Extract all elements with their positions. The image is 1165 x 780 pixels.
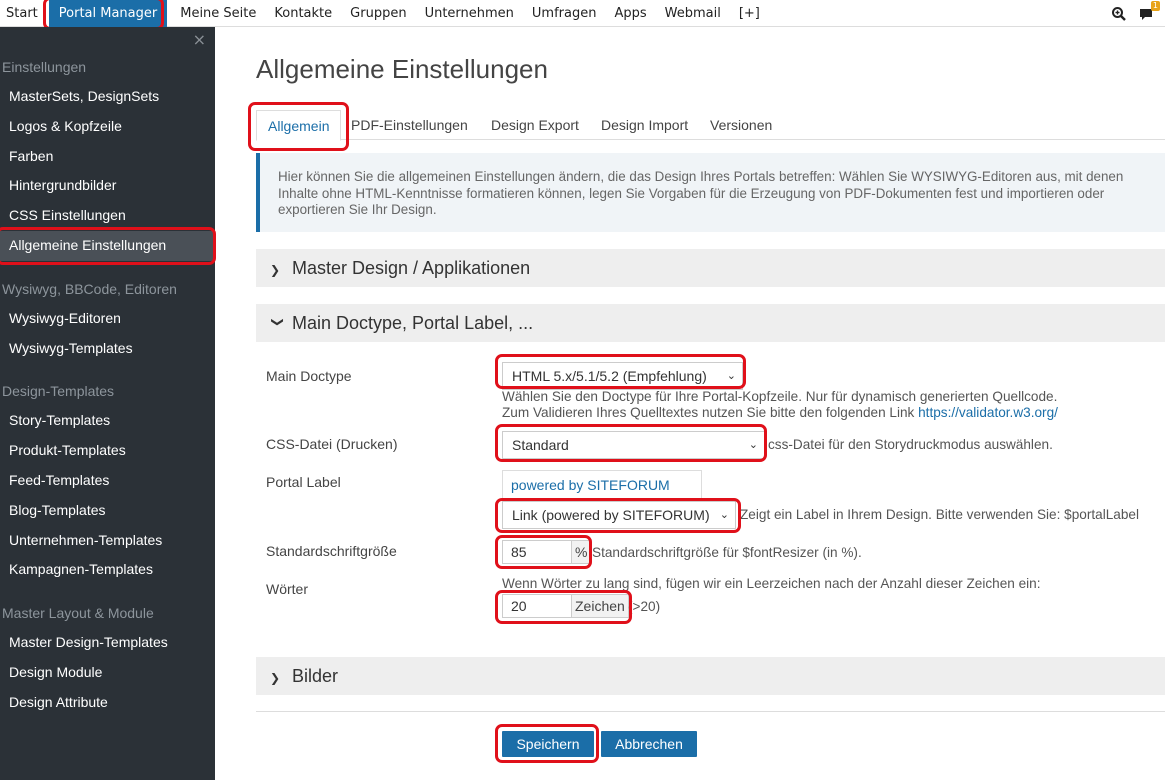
sidebar-item-produkt-templates[interactable]: Produkt-Templates [0,436,215,466]
chevron-down-icon: ❯ [271,317,285,328]
sidebar-item-hintergrundbilder[interactable]: Hintergrundbilder [0,171,215,201]
tab-versionen[interactable]: Versionen [710,110,772,140]
doctype-value: HTML 5.x/5.1/5.2 (Empfehlung) [512,368,707,384]
close-icon[interactable]: × [193,30,206,49]
cancel-button[interactable]: Abbrechen [601,731,697,757]
info-line: Hier können Sie die allgemeinen Einstell… [278,169,1124,184]
sidebar-group-wysiwyg: Wysiwyg, BBCode, Editoren [2,280,177,297]
words-unit: Zeichen [571,594,629,618]
words-value: 20 [511,598,527,614]
words-hint: (>20) [628,599,661,614]
save-button[interactable]: Speichern [502,731,594,757]
font-size-value: 85 [511,544,527,560]
sidebar-item-feed-templates[interactable]: Feed-Templates [0,466,215,496]
css-file-value: Standard [512,437,569,453]
font-size-help: Standardschriftgröße für $fontResizer (i… [592,545,862,560]
portal-label-help: Zeigt ein Label in Ihrem Design. Bitte v… [740,507,1139,522]
chevron-down-icon: ⌄ [719,508,729,521]
portal-label-label: Portal Label [266,474,341,490]
sidebar-item-design-attribute[interactable]: Design Attribute [0,688,215,718]
sidebar-item-farben[interactable]: Farben [0,142,215,172]
sidebar: × Einstellungen MasterSets, DesignSets L… [0,27,215,780]
tab-pdf-einstellungen[interactable]: PDF-Einstellungen [351,110,468,140]
words-label: Wörter [266,581,308,597]
doctype-label: Main Doctype [266,368,352,384]
tab-bar: Allgemein PDF-Einstellungen Design Expor… [256,110,1165,141]
chevron-right-icon: ❯ [270,263,281,277]
portal-label-preview: powered by SITEFORUM [502,470,702,500]
sidebar-item-mastersets[interactable]: MasterSets, DesignSets [0,82,215,112]
font-size-label: Standardschriftgröße [266,543,397,559]
tab-design-import[interactable]: Design Import [601,110,688,140]
doctype-help-validate: Zum Validieren Ihres Quelltextes nutzen … [502,405,1058,421]
sidebar-item-unternehmen-templates[interactable]: Unternehmen-Templates [0,526,215,556]
tab-design-export[interactable]: Design Export [491,110,579,140]
sidebar-group-einstellungen: Einstellungen [2,59,87,75]
nav-webmail[interactable]: Webmail [656,0,730,27]
css-file-select[interactable]: Standard ⌄ [502,431,765,459]
nav-umfragen[interactable]: Umfragen [523,0,606,27]
divider [256,711,1165,712]
font-size-unit: % [571,540,592,564]
sidebar-item-wysiwyg-templates[interactable]: Wysiwyg-Templates [0,334,215,364]
sidebar-item-blog-templates[interactable]: Blog-Templates [0,496,215,526]
panel-title: Master Design / Applikationen [292,258,531,278]
sidebar-item-design-module[interactable]: Design Module [0,658,215,688]
nav-gruppen[interactable]: Gruppen [341,0,415,27]
message-icon[interactable]: 1 [1139,0,1160,22]
panel-master-design[interactable]: ❯ Master Design / Applikationen [256,249,1165,287]
portal-label-preview-text: powered by SITEFORUM [511,477,670,493]
search-icon[interactable] [1111,6,1127,22]
sidebar-item-wysiwyg-editoren[interactable]: Wysiwyg-Editoren [0,304,215,334]
info-line: exportieren Sie Ihr Design. [278,202,437,217]
chevron-down-icon: ⌄ [726,369,736,382]
validator-link[interactable]: https://validator.w3.org/ [918,405,1058,420]
info-box: Hier können Sie die allgemeinen Einstell… [256,153,1165,232]
topbar-icons: 1 [1111,0,1165,27]
info-line: Inhalte ohne HTML-Kenntnisse formatieren… [278,185,1105,201]
panel-title: Bilder [292,666,339,686]
doctype-help: Wählen Sie den Doctype für Ihre Portal-K… [502,389,1058,404]
css-file-label: CSS-Datei (Drucken) [266,436,398,452]
tab-allgemein[interactable]: Allgemein [256,110,342,141]
sidebar-item-allgemeine-einstellungen[interactable]: Allgemeine Einstellungen [0,230,215,261]
sidebar-item-css[interactable]: CSS Einstellungen [0,201,215,231]
sidebar-item-story-templates[interactable]: Story-Templates [0,406,215,436]
font-size-input[interactable]: 85 [502,540,572,564]
nav-start[interactable]: Start [0,0,47,27]
top-navigation: Start Portal Manager Meine Seite Kontakt… [0,0,1165,27]
nav-portal-manager[interactable]: Portal Manager [48,0,168,27]
words-help: Wenn Wörter zu lang sind, fügen wir ein … [502,576,1041,591]
nav-meine-seite[interactable]: Meine Seite [171,0,265,27]
page-title: Allgemeine Einstellungen [256,54,548,84]
nav-apps[interactable]: Apps [605,0,655,27]
portal-label-select[interactable]: Link (powered by SITEFORUM) ⌄ [502,501,736,529]
nav-more[interactable]: [+] [730,0,769,27]
panel-title: Main Doctype, Portal Label, ... [292,313,534,333]
css-file-help: css-Datei für den Storydruckmodus auswäh… [768,437,1053,452]
sidebar-group-design-templates: Design-Templates [2,383,115,400]
nav-unternehmen[interactable]: Unternehmen [416,0,523,27]
portal-label-value: Link (powered by SITEFORUM) [512,507,710,523]
sidebar-group-master-layout: Master Layout & Module [2,605,154,622]
panel-bilder[interactable]: ❯ Bilder [256,657,1165,695]
doctype-help-text: Zum Validieren Ihres Quelltextes nutzen … [502,405,915,420]
chevron-right-icon: ❯ [270,671,281,685]
sidebar-item-kampagnen-templates[interactable]: Kampagnen-Templates [0,555,215,585]
doctype-select[interactable]: HTML 5.x/5.1/5.2 (Empfehlung) ⌄ [502,362,743,390]
nav-kontakte[interactable]: Kontakte [265,0,341,27]
sidebar-item-master-design-templates[interactable]: Master Design-Templates [0,628,215,658]
notification-badge: 1 [1150,0,1160,11]
sidebar-item-logos[interactable]: Logos & Kopfzeile [0,112,215,142]
panel-main-doctype[interactable]: ❯ Main Doctype, Portal Label, ... [256,304,1165,342]
words-input[interactable]: 20 [502,594,572,618]
chevron-down-icon: ⌄ [748,438,758,451]
